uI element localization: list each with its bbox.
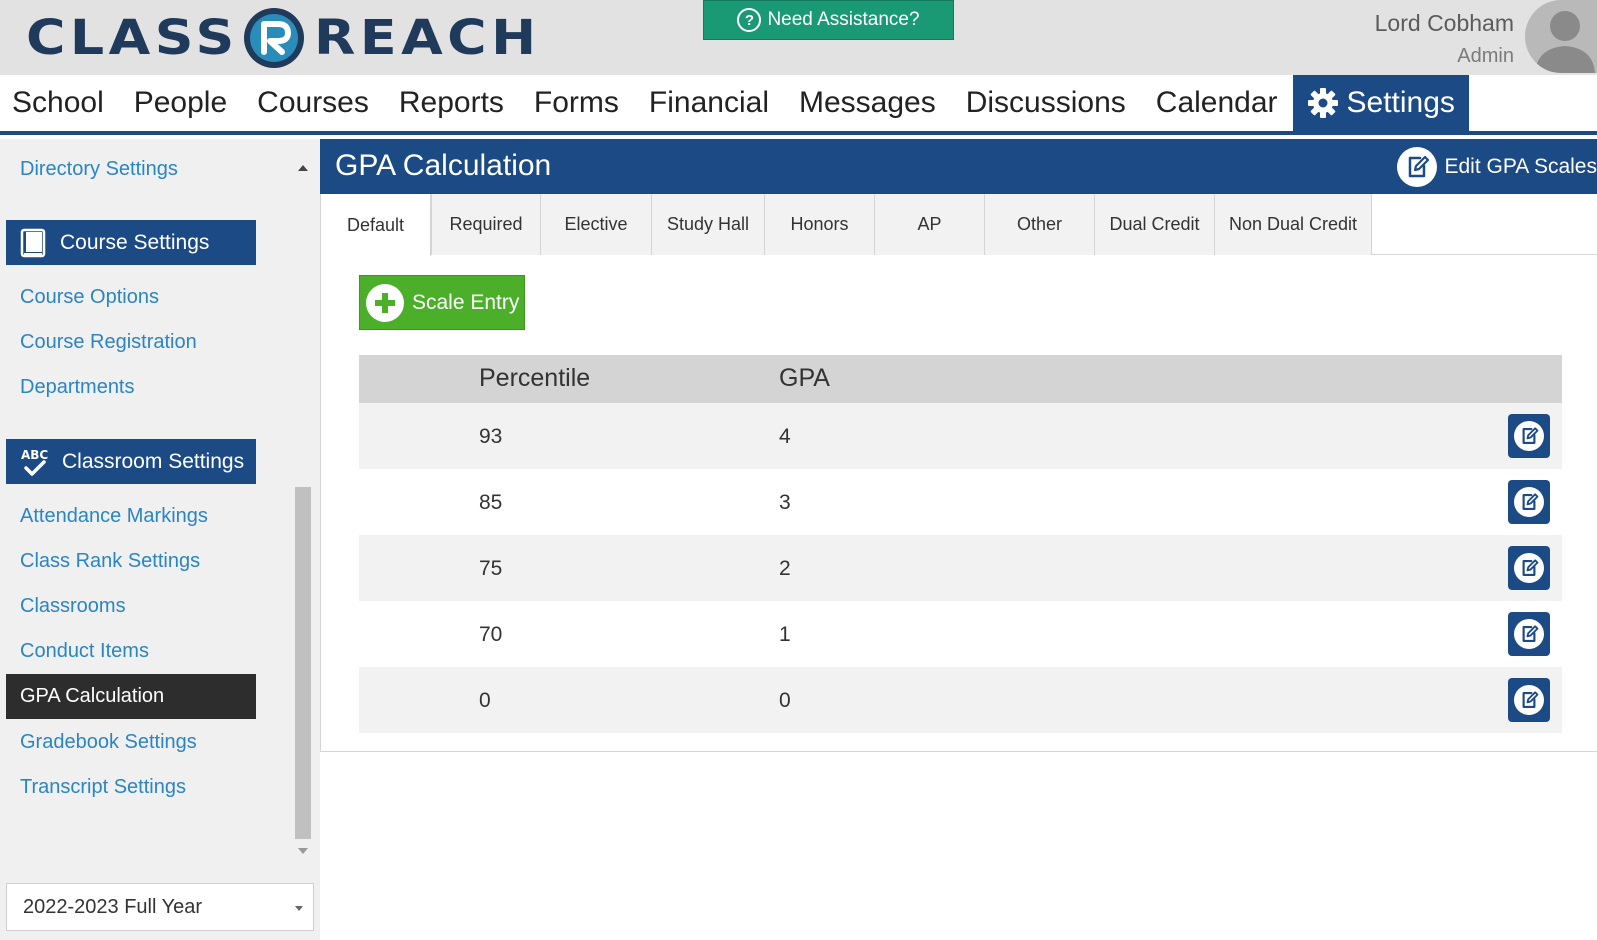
nav-item-courses[interactable]: Courses [242,75,384,131]
sidebar-scrollbar-thumb[interactable] [295,487,311,839]
tab-study-hall[interactable]: Study Hall [652,194,765,255]
sidebar-item-conduct-items[interactable]: Conduct Items [20,640,149,663]
course-settings-header: Course Settings [6,220,256,265]
plus-icon [366,283,404,322]
logo-text-left: CLASS [26,10,239,66]
table-row: 93 4 [359,403,1562,469]
nav-item-reports[interactable]: Reports [384,75,519,131]
tab-required[interactable]: Required [431,194,541,255]
avatar[interactable] [1525,0,1597,73]
edit-icon [1397,147,1438,187]
nav-item-financial[interactable]: Financial [634,75,784,131]
percentile-cell: 85 [479,491,503,514]
logo-mark-icon [244,8,304,68]
edit-row-button[interactable] [1508,678,1550,722]
gpa-panel: Default Required Elective Study Hall Hon… [320,194,1597,752]
gpa-cell: 2 [779,557,791,580]
nav-item-forms[interactable]: Forms [519,75,634,131]
sidebar-item-directory-settings[interactable]: Directory Settings [20,158,178,181]
sidebar-item-transcript-settings[interactable]: Transcript Settings [20,776,186,799]
sidebar-item-departments[interactable]: Departments [20,376,135,399]
column-header-percentile: Percentile [479,364,591,392]
page-title-bar: GPA Calculation Edit GPA Scales [320,139,1597,194]
settings-sidebar: Directory Settings Course Settings Cours… [0,139,320,940]
edit-icon [1514,553,1544,583]
percentile-cell: 93 [479,425,503,448]
edit-row-button[interactable] [1508,546,1550,590]
tab-honors[interactable]: Honors [765,194,875,255]
tab-non-dual-credit[interactable]: Non Dual Credit [1215,194,1372,255]
nav-item-settings-label: Settings [1346,86,1455,119]
user-silhouette-icon [1535,11,1595,73]
user-role: Admin [1457,45,1514,67]
dropdown-caret-icon [295,906,303,911]
gear-icon [1307,88,1338,118]
percentile-cell: 75 [479,557,503,580]
sidebar-item-course-options[interactable]: Course Options [20,286,159,309]
edit-icon [1514,421,1544,451]
nav-item-school[interactable]: School [0,75,119,131]
sidebar-item-course-registration[interactable]: Course Registration [20,331,197,354]
classroom-settings-label: Classroom Settings [62,449,245,473]
edit-icon [1514,487,1544,517]
gpa-cell: 3 [779,491,791,514]
edit-row-button[interactable] [1508,480,1550,524]
edit-gpa-scales-label: Edit GPA Scales [1444,155,1597,178]
tab-ap[interactable]: AP [875,194,985,255]
scroll-up-arrow[interactable] [298,165,308,171]
scroll-down-arrow[interactable] [298,848,308,854]
book-icon [20,228,46,257]
help-icon: ? [737,8,762,32]
edit-icon [1514,685,1544,715]
nav-item-discussions[interactable]: Discussions [951,75,1141,131]
need-assistance-label: Need Assistance? [767,9,920,30]
svg-text:ABC: ABC [21,448,48,462]
edit-gpa-scales-button[interactable]: Edit GPA Scales [1397,147,1597,187]
nav-item-people[interactable]: People [119,75,242,131]
sidebar-item-classrooms[interactable]: Classrooms [20,595,126,618]
tab-elective[interactable]: Elective [541,194,652,255]
need-assistance-button[interactable]: ? Need Assistance? [703,0,954,40]
tab-other[interactable]: Other [985,194,1095,255]
gpa-category-tabs: Default Required Elective Study Hall Hon… [321,194,1597,256]
percentile-cell: 0 [479,689,491,712]
column-header-gpa: GPA [779,364,830,392]
table-row: 0 0 [359,667,1562,733]
user-name[interactable]: Lord Cobham [1375,10,1514,37]
edit-row-button[interactable] [1508,612,1550,656]
edit-icon [1514,619,1544,649]
sidebar-item-class-rank-settings[interactable]: Class Rank Settings [20,550,200,573]
school-year-value: 2022-2023 Full Year [23,895,203,918]
nav-item-settings[interactable]: Settings [1292,75,1469,131]
sidebar-item-attendance-markings[interactable]: Attendance Markings [20,505,208,528]
edit-row-button[interactable] [1508,414,1550,458]
nav-item-messages[interactable]: Messages [784,75,951,131]
course-settings-label: Course Settings [60,230,210,254]
tab-dual-credit[interactable]: Dual Credit [1095,194,1215,255]
table-row: 75 2 [359,535,1562,601]
percentile-cell: 70 [479,623,503,646]
app-header: CLASS REACH ? Need Assistance? Lord Cobh… [0,0,1597,75]
gpa-cell: 4 [779,425,791,448]
table-row: 70 1 [359,601,1562,667]
tab-default[interactable]: Default [321,194,431,256]
classroom-settings-header: ABC Classroom Settings [6,439,256,484]
logo-text-right: REACH [314,10,541,66]
add-scale-entry-button[interactable]: Scale Entry [359,275,525,330]
abc-check-icon: ABC [21,448,48,476]
page-title: GPA Calculation [335,149,552,182]
sidebar-item-gpa-calculation[interactable]: GPA Calculation [6,674,256,719]
table-row: 85 3 [359,469,1562,535]
main-nav: School People Courses Reports Forms Fina… [0,75,1597,135]
gpa-scale-table: Percentile GPA 93 4 85 3 75 2 70 1 0 0 [359,355,1562,733]
school-year-select[interactable]: 2022-2023 Full Year [6,883,314,931]
table-header: Percentile GPA [359,355,1562,403]
gpa-cell: 0 [779,689,791,712]
gpa-cell: 1 [779,623,791,646]
sidebar-item-gradebook-settings[interactable]: Gradebook Settings [20,731,197,754]
scale-entry-label: Scale Entry [412,290,520,314]
nav-item-calendar[interactable]: Calendar [1141,75,1293,131]
